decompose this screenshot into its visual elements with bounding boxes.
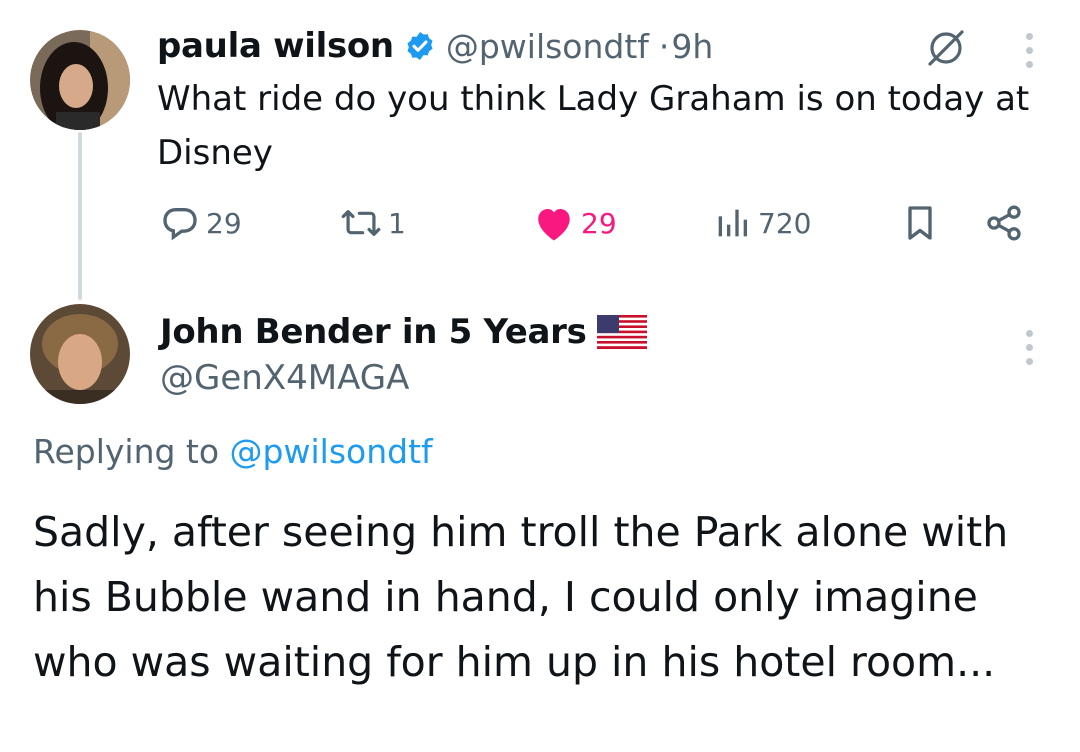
replying-to-handle[interactable]: @pwilsondtf [230,432,433,471]
tweet-header: paula wilson @pwilsondtf · 9h [157,24,713,68]
share-icon[interactable] [984,203,1024,243]
views-button[interactable]: 720 [712,203,811,243]
bookmark-icon[interactable] [900,203,940,243]
reply-text: Sadly, after seeing him troll the Park a… [33,508,1009,686]
retweet-button[interactable]: 1 [340,203,406,243]
reply-button[interactable]: 29 [160,203,242,243]
author-handle[interactable]: @pwilsondtf [446,27,649,66]
tweet-text: What ride do you think Lady Graham is on… [157,79,1030,173]
tweet-actions: 29 1 29 720 [0,203,1080,251]
views-count: 720 [758,206,812,240]
views-icon [712,203,752,243]
verified-badge-icon [404,30,436,62]
replying-prefix: Replying to [33,432,220,471]
more-icon[interactable] [1026,33,1033,68]
reply-author-name[interactable]: John Bender in 5 Years [160,312,587,352]
reply-count: 29 [206,206,242,240]
like-count: 29 [581,206,617,240]
tweet-time[interactable]: 9h [671,27,713,66]
heart-icon [533,203,575,243]
retweet-count: 1 [388,206,406,240]
retweet-icon [340,203,382,243]
reply-icon [160,203,200,243]
separator-dot: · [658,26,670,66]
reply-more-icon[interactable] [1026,330,1033,365]
john-bender-avatar[interactable] [30,304,130,404]
grok-icon[interactable] [924,26,968,70]
reply-author-handle[interactable]: @GenX4MAGA [160,358,409,398]
replying-to-line: Replying to @pwilsondtf [33,432,433,471]
like-button[interactable]: 29 [533,203,617,243]
us-flag-icon [596,315,647,349]
author-name[interactable]: paula wilson [157,26,394,66]
reply-header: John Bender in 5 Years [160,308,647,356]
paula-wilson-avatar[interactable] [30,30,130,130]
